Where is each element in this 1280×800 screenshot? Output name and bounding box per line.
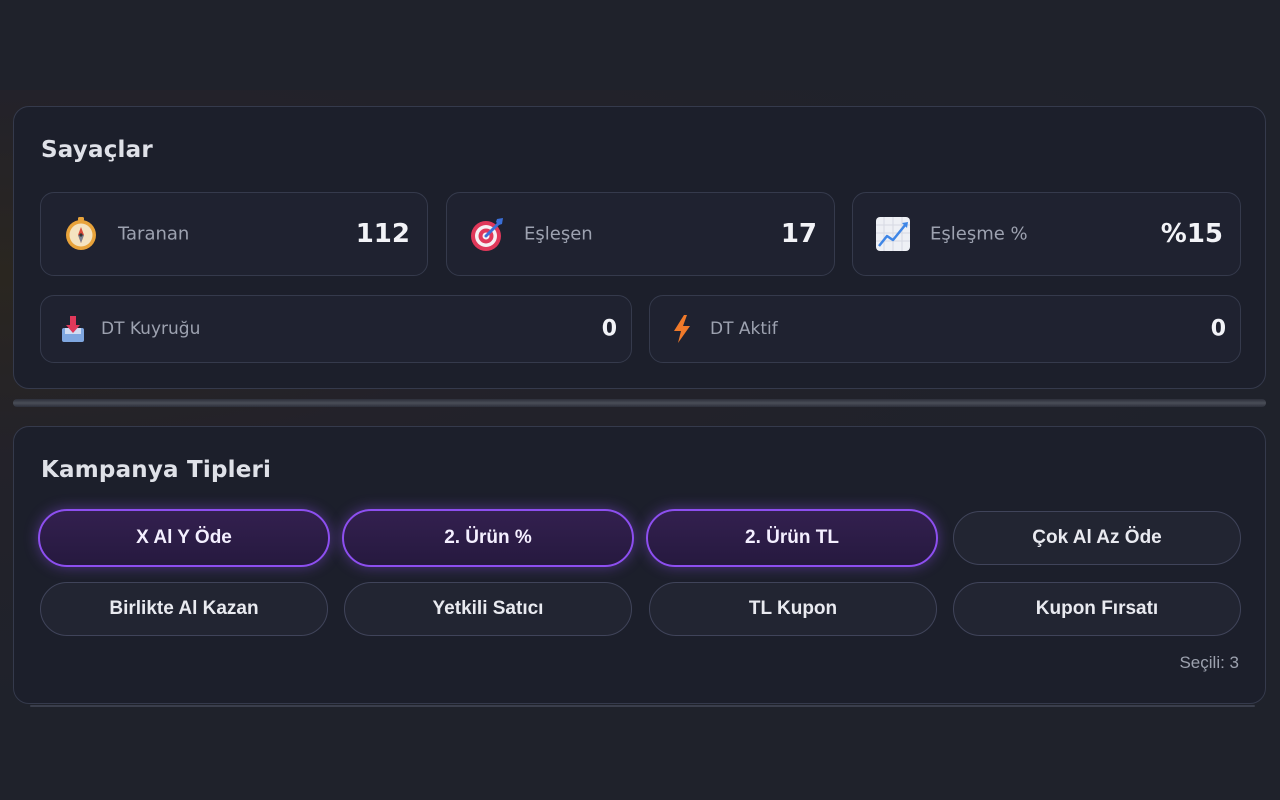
stat-scanned: Taranan 112 [40,192,428,276]
stat-dt-queue: DT Kuyruğu 0 [40,295,632,363]
top-bar [0,0,1280,90]
stat-label: DT Kuyruğu [101,319,201,339]
stat-label: DT Aktif [710,319,778,339]
stat-label: Eşleşme % [930,223,1028,245]
chip-cok-al-az-ode[interactable]: Çok Al Az Öde [953,511,1241,565]
resize-handle[interactable] [13,399,1266,407]
stat-label: Eşleşen [524,223,593,245]
compass-icon [63,216,99,252]
chip-birlikte-al-kazan[interactable]: Birlikte Al Kazan [40,582,328,636]
campaign-types-panel: Kampanya Tipleri X Al Y Öde 2. Ürün % 2.… [13,426,1266,704]
stat-value: %15 [1160,219,1223,249]
selected-count: Seçili: 3 [1179,653,1239,672]
stat-label: Taranan [118,223,190,245]
stat-match-rate: Eşleşme % %15 [852,192,1241,276]
stat-value: 0 [1210,316,1226,342]
stat-value: 17 [780,219,817,249]
inbox-tray-icon [60,314,86,344]
stat-matched: Eşleşen 17 [446,192,835,276]
chip-yetkili-satici[interactable]: Yetkili Satıcı [344,582,632,636]
chip-2-urun-tl[interactable]: 2. Ürün TL [646,509,938,567]
counters-title: Sayaçlar [41,137,153,163]
counters-panel: Sayaçlar Taranan 112 Eşleşen 17 Eşleşme … [13,106,1266,389]
bottom-bar [0,710,1280,800]
chip-2-urun-yuzde[interactable]: 2. Ürün % [342,509,634,567]
chip-kupon-firsati[interactable]: Kupon Fırsatı [953,582,1241,636]
campaign-types-title: Kampanya Tipleri [41,457,272,483]
chip-tl-kupon[interactable]: TL Kupon [649,582,937,636]
stat-value: 112 [355,219,410,249]
chip-x-al-y-ode[interactable]: X Al Y Öde [38,509,330,567]
next-panel-edge [30,705,1255,707]
chart-increasing-icon [875,216,911,252]
target-icon [469,216,505,252]
stat-value: 0 [601,316,617,342]
lightning-icon [669,314,695,344]
stat-dt-active: DT Aktif 0 [649,295,1241,363]
